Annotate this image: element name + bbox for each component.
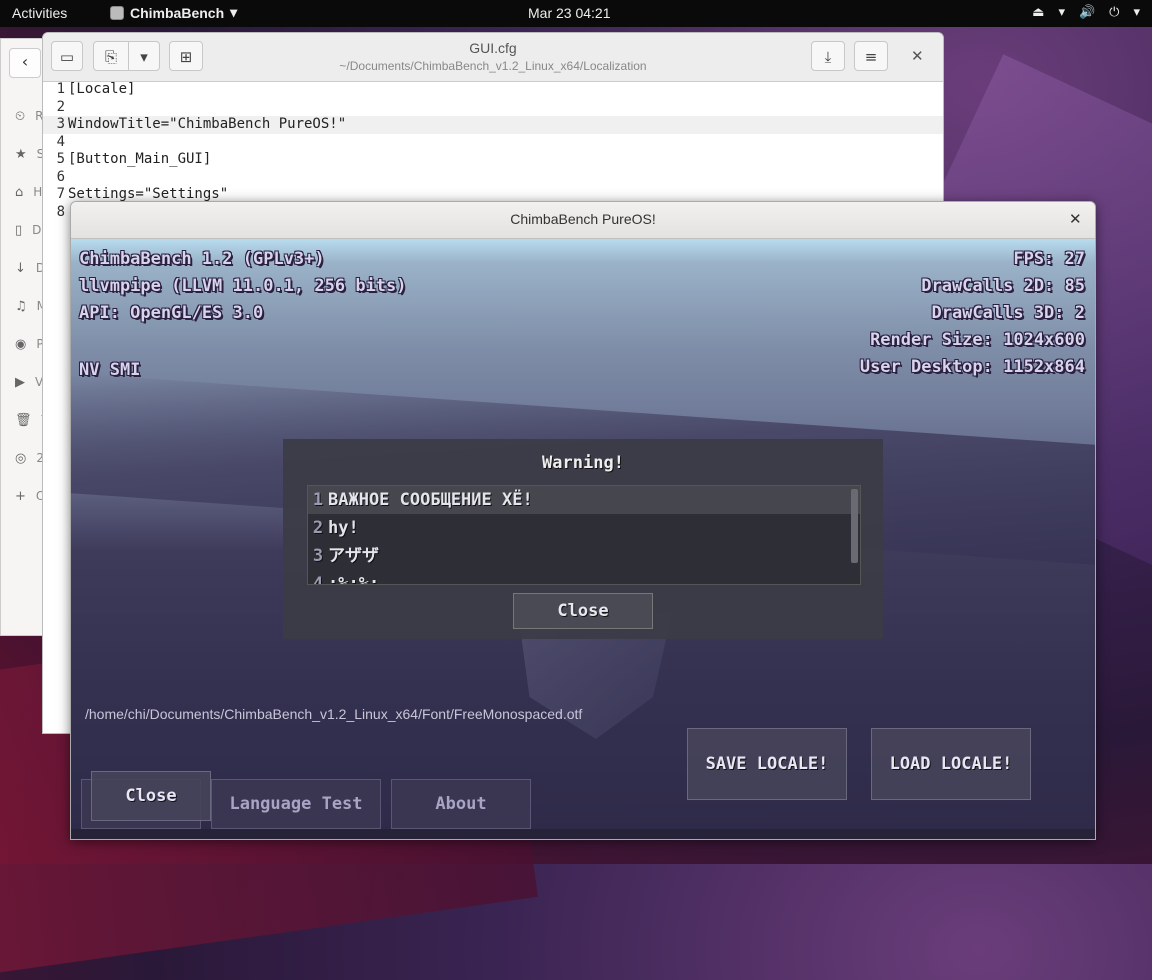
chevron-down-icon: ▾ bbox=[230, 4, 238, 20]
hud-drawcalls-3d: DrawCalls 3D: 2 bbox=[931, 303, 1085, 323]
app-name: ChimbaBench bbox=[130, 4, 225, 21]
menu-button[interactable]: ≡ bbox=[854, 41, 888, 71]
editor-subtitle: ~/Documents/ChimbaBench_v1.2_Linux_x64/L… bbox=[339, 59, 647, 73]
app-icon bbox=[110, 5, 124, 20]
top-bar: Activities ChimbaBench ▾ Mar 23 04:21 ⏏ … bbox=[0, 0, 1152, 27]
volume-icon[interactable]: 🔊 bbox=[1079, 4, 1095, 20]
editor-line: 2 bbox=[56, 98, 65, 115]
editor-line: 1 [Locale] bbox=[56, 81, 136, 97]
hud-user-desktop: User Desktop: 1152x864 bbox=[859, 357, 1085, 377]
close-icon[interactable]: ✕ bbox=[1069, 210, 1082, 228]
warning-dialog: Warning! 1 ВАЖНОЕ СООБЩЕНИЕ ХЁ! 2 hy! 3 アザザ… bbox=[283, 439, 883, 639]
clock-icon: ⏲ bbox=[15, 108, 26, 124]
window-title: ChimbaBench PureOS! bbox=[510, 211, 656, 227]
bottom-strip bbox=[71, 829, 1095, 839]
list-item[interactable]: 2 hy! bbox=[308, 514, 860, 542]
load-locale-button[interactable]: LOAD LOCALE! bbox=[871, 728, 1031, 800]
window-titlebar[interactable]: ChimbaBench PureOS! ✕ bbox=[71, 202, 1095, 239]
app-menu[interactable]: ChimbaBench ▾ bbox=[110, 4, 237, 21]
list-item[interactable]: 1 ВАЖНОЕ СООБЩЕНИЕ ХЁ! bbox=[308, 486, 860, 514]
hud-render-size: Render Size: 1024x600 bbox=[870, 330, 1085, 350]
system-tray[interactable]: ⏏ ▾ 🔊 ⏻ ▾ bbox=[1032, 4, 1140, 20]
warning-close-button[interactable]: Close bbox=[513, 593, 653, 629]
save-button[interactable]: ⤓ bbox=[811, 41, 845, 71]
power-icon[interactable]: ⏻ bbox=[1109, 4, 1119, 20]
hud-nv-smi: NV SMI bbox=[79, 360, 141, 380]
star-icon: ★ bbox=[15, 146, 27, 162]
plus-icon: + bbox=[15, 488, 26, 504]
editor-text-area[interactable]: 1 [Locale] 2 3 WindowTitle="ChimbaBench Pu… bbox=[43, 81, 943, 221]
clock[interactable]: Mar 23 04:21 bbox=[528, 5, 611, 21]
hud-drawcalls-2d: DrawCalls 2D: 85 bbox=[921, 276, 1085, 296]
trash-icon: 🗑 bbox=[15, 412, 32, 428]
back-button[interactable]: ‹ bbox=[9, 48, 41, 78]
list-item[interactable]: 3 アザザ bbox=[308, 542, 860, 570]
save-locale-button[interactable]: SAVE LOCALE! bbox=[687, 728, 847, 800]
font-path-label: /home/chi/Documents/ChimbaBench_v1.2_Lin… bbox=[85, 706, 583, 722]
video-icon: ▶ bbox=[15, 374, 25, 390]
tab-language-test[interactable]: Language Test bbox=[211, 779, 381, 829]
chevron-down-icon[interactable]: ▾ bbox=[1058, 4, 1065, 20]
hud-version: ChimbaBench 1.2 (GPLv3+) bbox=[79, 249, 325, 269]
document-icon: ▯ bbox=[15, 222, 23, 238]
hud-renderer: llvmpipe (LLVM 11.0.1, 256 bits) bbox=[79, 276, 407, 296]
list-scrollbar[interactable] bbox=[851, 489, 858, 563]
download-icon: ↓ bbox=[15, 260, 26, 276]
eject-icon[interactable]: ⏏ bbox=[1032, 4, 1044, 20]
list-item[interactable]: 4:%:%: bbox=[308, 570, 860, 584]
warning-message-list[interactable]: 1 ВАЖНОЕ СООБЩЕНИЕ ХЁ! 2 hy! 3 アザザ 4:%:%: bbox=[307, 485, 861, 585]
home-icon: ⌂ bbox=[15, 184, 24, 200]
editor-line: 6 bbox=[56, 168, 65, 185]
warning-title: Warning! bbox=[542, 453, 624, 473]
hud-fps: FPS: 27 bbox=[1013, 249, 1085, 269]
editor-line: 4 bbox=[56, 133, 65, 150]
activities-button[interactable]: Activities bbox=[12, 5, 67, 21]
camera-icon: ◉ bbox=[15, 336, 27, 352]
editor-line: 5 [Button_Main_GUI] bbox=[56, 151, 212, 167]
disk-icon: ◎ bbox=[15, 450, 27, 466]
editor-title: GUI.cfg bbox=[469, 40, 517, 56]
save-icon: ⤓ bbox=[824, 48, 832, 66]
render-viewport: ChimbaBench 1.2 (GPLv3+) llvmpipe (LLVM … bbox=[71, 239, 1095, 839]
hud-api: API: OpenGL/ES 3.0 bbox=[79, 303, 264, 323]
tab-close[interactable]: Close bbox=[91, 771, 211, 821]
tab-about[interactable]: About bbox=[391, 779, 531, 829]
chimbabench-window: ChimbaBench PureOS! ✕ ChimbaBench 1.2 (G… bbox=[70, 201, 1096, 840]
chevron-down-icon[interactable]: ▾ bbox=[1133, 4, 1140, 20]
close-icon[interactable]: ✕ bbox=[911, 47, 924, 65]
editor-line-current: 3 WindowTitle="ChimbaBench PureOS!" bbox=[43, 116, 943, 134]
hamburger-icon: ≡ bbox=[864, 48, 878, 66]
music-icon: ♫ bbox=[15, 298, 27, 314]
editor-header: ▭ ⎘ ▾ ⊞ GUI.cfg ~/Documents/ChimbaBench_… bbox=[43, 33, 943, 82]
